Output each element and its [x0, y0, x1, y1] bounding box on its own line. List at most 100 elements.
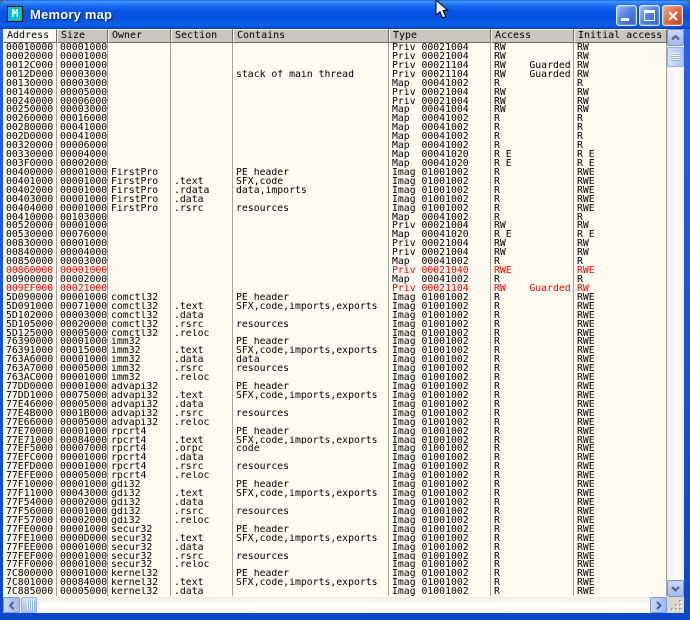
- table-row[interactable]: 77DD1000 00075000 advapi32 .text SFX,cod…: [3, 391, 667, 400]
- column-header-type[interactable]: Type: [389, 29, 491, 43]
- cell-size: 00002000: [57, 516, 108, 525]
- column-header-size[interactable]: Size: [57, 29, 108, 43]
- table-row[interactable]: 009EF000 00021000 Priv 00021104 RW Guard…: [3, 284, 667, 293]
- column-header-initial-access[interactable]: Initial access: [574, 29, 667, 43]
- table-row[interactable]: 00403000 00001000 FirstPro .data Imag 01…: [3, 195, 667, 204]
- scroll-down-button[interactable]: [667, 580, 684, 597]
- table-row[interactable]: 76390000 00001000 imm32 PE header Imag 0…: [3, 337, 667, 346]
- scroll-up-button[interactable]: [667, 29, 684, 46]
- table-row[interactable]: 77F11000 00043000 gdi32 .text SFX,code,i…: [3, 489, 667, 498]
- table-row[interactable]: 763A6000 00001000 imm32 .data data Imag …: [3, 355, 667, 364]
- table-row[interactable]: 00401000 00001000 FirstPro .text SFX,cod…: [3, 177, 667, 186]
- column-header-section[interactable]: Section: [171, 29, 233, 43]
- cell-initial-access: RWE: [574, 355, 667, 364]
- table-row[interactable]: 77F56000 00001000 gdi32 .rsrc resources …: [3, 507, 667, 516]
- table-row[interactable]: 77EF5000 00007000 rpcrt4 .orpc code Imag…: [3, 444, 667, 453]
- table-row[interactable]: 77F10000 00001000 gdi32 PE header Imag 0…: [3, 480, 667, 489]
- table-row[interactable]: 77E71000 00084000 rpcrt4 .text SFX,code,…: [3, 436, 667, 445]
- table-row[interactable]: 00850000 00003000 Map 00041002 R R: [3, 257, 667, 266]
- cell-initial-access: RWE: [574, 543, 667, 552]
- table-row[interactable]: 763AC000 00001000 imm32 .reloc Imag 0100…: [3, 373, 667, 382]
- table-row[interactable]: 5D091000 00071000 comctl32 .text SFX,cod…: [3, 302, 667, 311]
- table-row[interactable]: 76391000 00015000 imm32 .text SFX,code,i…: [3, 346, 667, 355]
- table-row[interactable]: 77E66000 00005000 advapi32 .reloc Imag 0…: [3, 418, 667, 427]
- cell-type: Map 00041002: [389, 123, 491, 132]
- table-row[interactable]: 003F0000 00002000 Map 00041020 R E R E: [3, 159, 667, 168]
- column-header-access[interactable]: Access: [491, 29, 574, 43]
- column-header-address[interactable]: Address: [3, 29, 57, 43]
- column-header-contains[interactable]: Contains: [233, 29, 389, 43]
- column-header-owner[interactable]: Owner: [108, 29, 171, 43]
- table-row[interactable]: 5D102000 00003000 comctl32 .data Imag 01…: [3, 311, 667, 320]
- table-row[interactable]: 00020000 00001000 Priv 00021004 RW RW: [3, 52, 667, 61]
- table-row[interactable]: 77FF0000 00001000 secur32 .reloc Imag 01…: [3, 560, 667, 569]
- table-row[interactable]: 5D090000 00001000 comctl32 PE header Ima…: [3, 293, 667, 302]
- table-row[interactable]: 7C800000 00001000 kernel32 PE header Ima…: [3, 569, 667, 578]
- table-row[interactable]: 0012C000 00001000 Priv 00021104 RW Guard…: [3, 61, 667, 70]
- table-row[interactable]: 00280000 00041000 Map 00041002 R R: [3, 123, 667, 132]
- cell-access: R: [491, 409, 574, 418]
- table-row[interactable]: 00320000 00006000 Map 00041002 R R: [3, 141, 667, 150]
- table-row[interactable]: 00520000 00001000 Priv 00021004 RW RW: [3, 221, 667, 230]
- table-row[interactable]: 0012D000 00003000 stack of main thread P…: [3, 70, 667, 79]
- table-row[interactable]: 77DD0000 00001000 advapi32 PE header Ima…: [3, 382, 667, 391]
- table-row[interactable]: 7C801000 00084000 kernel32 .text SFX,cod…: [3, 578, 667, 587]
- cell-address: 77E71000: [3, 436, 57, 445]
- minimize-button[interactable]: [616, 5, 637, 26]
- cell-address: 77E66000: [3, 418, 57, 427]
- table-row[interactable]: 00130000 00003000 Map 00041002 R R: [3, 79, 667, 88]
- cell-contains: [233, 132, 389, 141]
- cell-access: RW Guarded: [491, 70, 574, 79]
- table-row[interactable]: 00240000 00006000 Priv 00021004 RW RW: [3, 97, 667, 106]
- cell-section: [171, 168, 233, 177]
- table-row[interactable]: 002D0000 00041000 Map 00041002 R R: [3, 132, 667, 141]
- table-row[interactable]: 5D125000 00005000 comctl32 .reloc Imag 0…: [3, 329, 667, 338]
- table-row[interactable]: 77FEE000 00001000 secur32 .data Imag 010…: [3, 543, 667, 552]
- horizontal-scrollbar[interactable]: [3, 597, 667, 613]
- cell-owner: rpcrt4: [108, 444, 171, 453]
- title-bar[interactable]: M Memory map: [0, 0, 690, 29]
- table-row[interactable]: 7C885000 00005000 kernel32 .data Imag 01…: [3, 587, 667, 596]
- cell-type: Priv 00021004: [389, 248, 491, 257]
- cell-access: R: [491, 400, 574, 409]
- table-row[interactable]: 77EFC000 00001000 rpcrt4 .data Imag 0100…: [3, 453, 667, 462]
- table-row[interactable]: 00530000 00076000 Map 00041020 R E R E: [3, 230, 667, 239]
- table-row[interactable]: 00400000 00001000 FirstPro PE header Ima…: [3, 168, 667, 177]
- table-row[interactable]: 00250000 00003000 Map 00041004 RW RW: [3, 105, 667, 114]
- table-row[interactable]: 00402000 00001000 FirstPro .rdata data,i…: [3, 186, 667, 195]
- table-row[interactable]: 00404000 00001000 FirstPro .rsrc resourc…: [3, 204, 667, 213]
- table-row[interactable]: 00840000 00004000 Priv 00021004 RW RW: [3, 248, 667, 257]
- cell-size: 00016000: [57, 114, 108, 123]
- vertical-scrollbar[interactable]: [667, 29, 684, 597]
- table-row[interactable]: 77EFD000 00001000 rpcrt4 .rsrc resources…: [3, 462, 667, 471]
- vertical-scroll-thumb[interactable]: [667, 47, 684, 67]
- table-row[interactable]: 77FEF000 00001000 secur32 .rsrc resource…: [3, 552, 667, 561]
- cell-initial-access: RWE: [574, 373, 667, 382]
- table-row[interactable]: 763A7000 00005000 imm32 .rsrc resources …: [3, 364, 667, 373]
- close-button[interactable]: [662, 5, 683, 26]
- table-row[interactable]: 00260000 00016000 Map 00041002 R R: [3, 114, 667, 123]
- table-row[interactable]: 00330000 00004000 Map 00041020 R E R E: [3, 150, 667, 159]
- table-row[interactable]: 00410000 00103000 Map 00041002 R R: [3, 213, 667, 222]
- table-row[interactable]: 77EFE000 00005000 rpcrt4 .reloc Imag 010…: [3, 471, 667, 480]
- maximize-button[interactable]: [639, 5, 660, 26]
- table-row[interactable]: 77E70000 00001000 rpcrt4 PE header Imag …: [3, 427, 667, 436]
- table-row[interactable]: 00010000 00001000 Priv 00021004 RW RW: [3, 43, 667, 52]
- table-row[interactable]: 77E46000 00005000 advapi32 .data Imag 01…: [3, 400, 667, 409]
- cell-type: Imag 01001002: [389, 177, 491, 186]
- table-row[interactable]: 00830000 00001000 Priv 00021004 RW RW: [3, 239, 667, 248]
- table-row[interactable]: 77F54000 00002000 gdi32 .data Imag 01001…: [3, 498, 667, 507]
- scroll-right-button[interactable]: [650, 597, 667, 613]
- table-row[interactable]: 00140000 00005000 Priv 00021004 RW RW: [3, 88, 667, 97]
- horizontal-scroll-thumb[interactable]: [21, 597, 37, 613]
- table-row[interactable]: 5D105000 00020000 comctl32 .rsrc resourc…: [3, 320, 667, 329]
- table-row[interactable]: 00900000 00002000 Map 00041002 R R: [3, 275, 667, 284]
- scroll-left-button[interactable]: [3, 597, 20, 613]
- table-row[interactable]: 77E4B000 0001B000 advapi32 .rsrc resourc…: [3, 409, 667, 418]
- table-row[interactable]: 00860000 00001000 Priv 00021040 RWE RWE: [3, 266, 667, 275]
- table-row[interactable]: 77F57000 00002000 gdi32 .reloc Imag 0100…: [3, 516, 667, 525]
- table-row[interactable]: 77FE0000 00001000 secur32 PE header Imag…: [3, 525, 667, 534]
- resize-grip[interactable]: [667, 597, 684, 613]
- table-row[interactable]: 77FE1000 0000D000 secur32 .text SFX,code…: [3, 534, 667, 543]
- cell-type: Imag 01001002: [389, 302, 491, 311]
